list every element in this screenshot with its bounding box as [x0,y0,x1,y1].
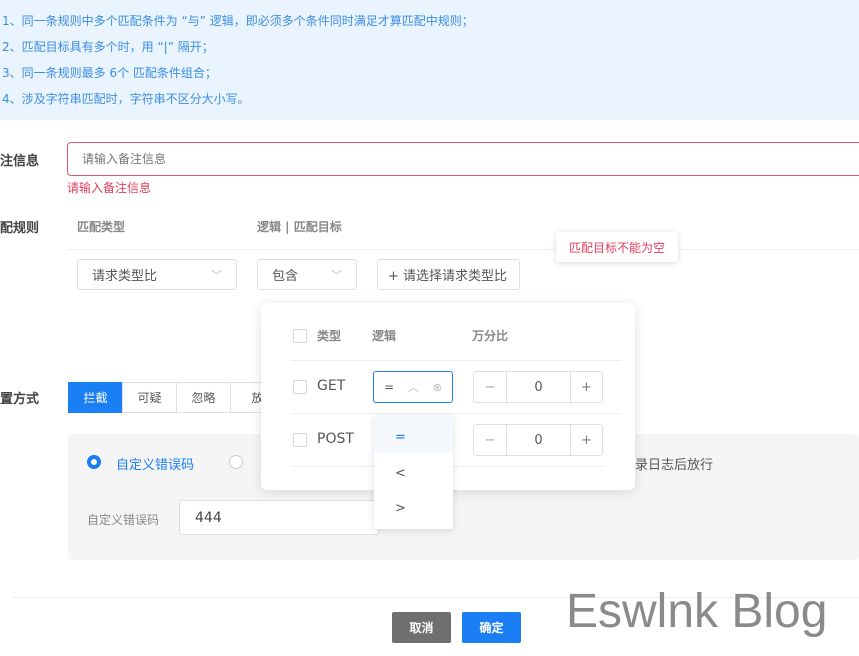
tip-3: 3、同一条规则最多 6个 匹配条件组合； [2,66,217,80]
segment-ignore[interactable]: 忽略 [176,382,231,413]
radio-custom-code-label: 自定义错误码 [116,458,195,473]
action-segments: 拦截 可疑 忽略 放 [68,382,285,413]
logic-dropdown: = < > [374,415,453,529]
row-type-post: POST [317,431,354,447]
code-label: 自定义错误码 [87,513,160,527]
row-checkbox-post[interactable] [293,433,307,447]
minus-button[interactable]: − [474,425,507,455]
radio-custom-code[interactable] [87,455,101,469]
add-target-label: + 请选择请求类型比 [388,269,508,284]
segment-suspicious[interactable]: 可疑 [122,382,177,413]
chevron-down-icon: ﹀ [211,268,222,282]
segment-block[interactable]: 拦截 [68,382,123,413]
rules-label: 配规则 [0,221,40,236]
row-checkbox-get[interactable] [293,380,307,394]
code-input[interactable] [179,500,379,535]
row-type-get: GET [317,378,346,394]
option-greater[interactable]: > [374,488,453,523]
chevron-up-icon: ︿ [407,381,419,394]
cancel-button[interactable]: 取消 [392,612,451,643]
option-equal[interactable]: = [374,415,453,453]
plus-button[interactable]: + [570,425,602,455]
type-select[interactable]: 请求类型比 ﹀ [77,259,237,290]
plus-button[interactable]: + [570,372,602,402]
option-less[interactable]: < [374,453,453,488]
minus-button[interactable]: − [474,372,507,402]
remark-error: 请输入备注信息 [67,181,152,195]
radio-option-2[interactable] [229,455,243,469]
header-logic: 逻辑 [372,329,397,343]
divider [291,413,621,414]
logic-select[interactable]: 包含 ﹀ [257,259,357,290]
add-target-button[interactable]: + 请选择请求类型比 [377,259,520,290]
type-value: 请求类型比 [92,269,158,284]
header-ratio: 万分比 [472,329,509,343]
radio-log-pass-label[interactable]: 记录日志后放行 [622,454,713,473]
ratio-value[interactable]: 0 [507,372,570,402]
ratio-value[interactable]: 0 [507,425,570,455]
col-logic: 逻辑 | 匹配目标 [257,220,342,234]
logic-value: = [384,380,395,394]
select-all-checkbox[interactable] [293,329,307,343]
watermark: Eswlnk Blog [566,585,828,638]
action-label: 置方式 [0,392,40,407]
ratio-stepper-post[interactable]: −0 + [473,424,603,456]
tip-2: 2、匹配目标具有多个时，用 “|” 隔开； [2,40,214,54]
tips-panel: 1、同一条规则中多个匹配条件为 “与” 逻辑，即必须多个条件同时满足才算匹配中规… [0,0,859,120]
divider [291,360,621,361]
remark-input[interactable] [67,142,859,176]
logic-value: 包含 [272,269,299,284]
error-tooltip: 匹配目标不能为空 [556,232,678,262]
ratio-stepper-get[interactable]: −0 + [473,371,603,403]
clear-icon[interactable]: ⊗ [433,381,442,394]
header-type: 类型 [317,329,342,343]
divider [67,249,859,250]
remark-label: 注信息 [0,154,40,169]
chevron-down-icon: ﹀ [331,268,342,282]
col-type: 匹配类型 [77,220,126,234]
confirm-button[interactable]: 确定 [462,612,521,643]
tip-4: 4、涉及字符串匹配时，字符串不区分大小写。 [2,92,250,106]
tip-1: 1、同一条规则中多个匹配条件为 “与” 逻辑，即必须多个条件同时满足才算匹配中规… [2,14,474,28]
logic-select-get[interactable]: = ︿ ⊗ [373,371,453,403]
